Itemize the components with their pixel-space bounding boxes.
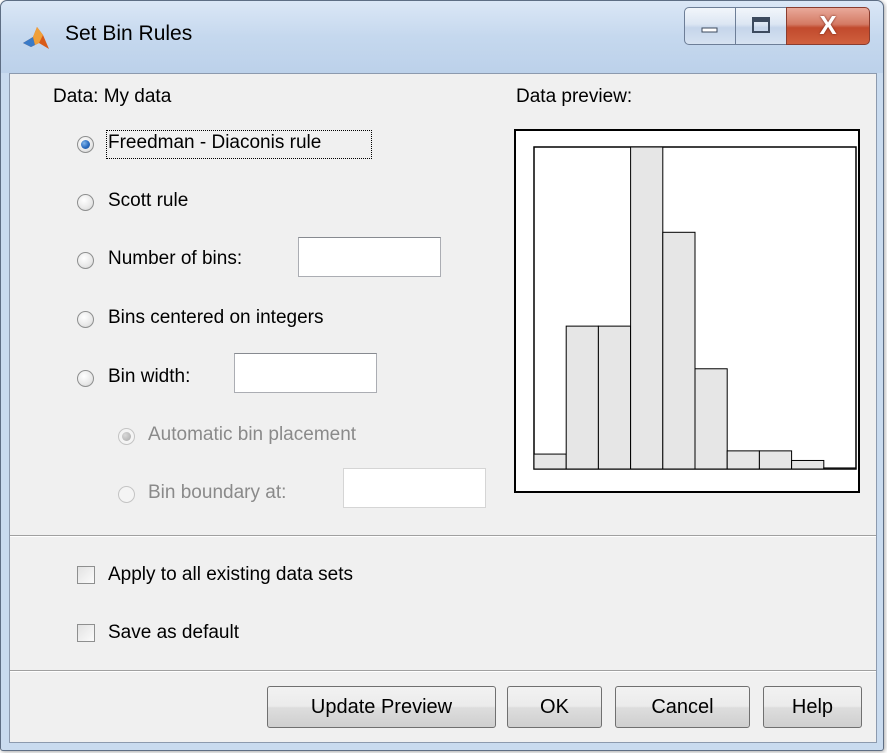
radio-number-of-bins-label[interactable]: Number of bins: [108, 248, 242, 270]
minimize-icon [701, 27, 718, 33]
radio-scott-rule-label[interactable]: Scott rule [108, 190, 188, 212]
radio-bin-width-label[interactable]: Bin width: [108, 366, 190, 388]
radio-automatic-placement-label[interactable]: Automatic bin placement [148, 424, 356, 446]
title-bar[interactable]: Set Bin Rules X [1, 1, 883, 73]
save-default-checkbox[interactable] [77, 624, 95, 642]
radio-bin-width[interactable] [77, 370, 94, 387]
histogram-bar [726, 450, 760, 470]
radio-number-of-bins[interactable] [77, 252, 94, 269]
window-title: Set Bin Rules [65, 22, 193, 45]
help-button[interactable]: Help [763, 686, 862, 728]
radio-bins-centered-integers[interactable] [77, 311, 94, 328]
histogram-bar [565, 325, 599, 470]
dialog-body: Data: My data Data preview: Freedman - D… [9, 73, 877, 743]
bin-width-input[interactable] [234, 353, 377, 393]
histogram-bar [758, 450, 793, 470]
radio-scott-rule[interactable] [77, 194, 94, 211]
histogram-bar [630, 146, 664, 470]
close-icon: X [819, 10, 837, 40]
histogram-bar [662, 231, 696, 470]
apply-all-checkbox[interactable] [77, 566, 95, 584]
cancel-button[interactable]: Cancel [615, 686, 750, 728]
radio-freedman-diaconis[interactable] [77, 136, 94, 153]
histogram-chart [533, 146, 857, 470]
bin-boundary-input[interactable] [343, 468, 486, 508]
number-of-bins-input[interactable] [298, 237, 441, 277]
save-default-label[interactable]: Save as default [108, 622, 239, 644]
histogram-bar [791, 459, 825, 470]
radio-bins-centered-integers-label[interactable]: Bins centered on integers [108, 307, 323, 329]
radio-automatic-placement[interactable] [118, 428, 135, 445]
separator [10, 670, 876, 672]
ok-button[interactable]: OK [507, 686, 602, 728]
data-preview-panel [514, 129, 860, 493]
data-label: Data: My data [53, 86, 172, 107]
focus-indicator [106, 130, 372, 159]
maximize-icon [752, 17, 770, 33]
histogram-bar [533, 453, 567, 470]
maximize-button[interactable] [735, 7, 787, 45]
update-preview-button[interactable]: Update Preview [267, 686, 496, 728]
histogram-bar [597, 325, 632, 470]
close-button[interactable]: X [786, 7, 870, 45]
histogram-bar [694, 368, 728, 470]
apply-all-label[interactable]: Apply to all existing data sets [108, 564, 353, 586]
separator [10, 535, 876, 537]
preview-label: Data preview: [516, 86, 633, 107]
radio-bin-boundary-label[interactable]: Bin boundary at: [148, 482, 286, 504]
minimize-button[interactable] [684, 7, 736, 45]
histogram-bar [823, 467, 857, 470]
matlab-icon [23, 27, 49, 49]
radio-bin-boundary[interactable] [118, 486, 135, 503]
set-bin-rules-window: Set Bin Rules X Data: My data Data previ… [0, 0, 884, 751]
